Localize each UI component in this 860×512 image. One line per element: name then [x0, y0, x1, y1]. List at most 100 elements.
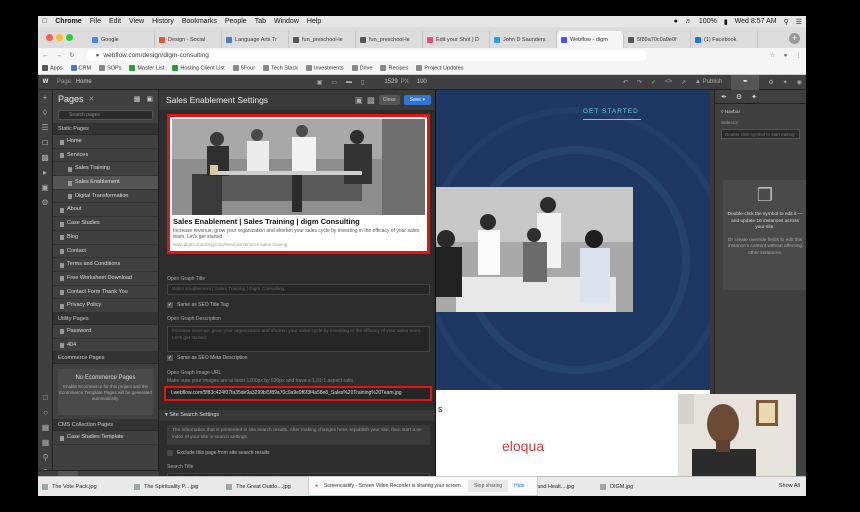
menu-chrome[interactable]: Chrome — [55, 18, 81, 25]
close-button[interactable]: Close — [378, 95, 400, 105]
bookmark-hosting[interactable]: Hosting Client List — [172, 64, 225, 71]
bookmark-investments[interactable]: Investments — [305, 64, 344, 71]
canvas-zoom[interactable]: 100 — [417, 79, 427, 85]
tab-9[interactable]: (1) Facebook — [691, 31, 758, 48]
settings-gear-icon[interactable]: ⚙ — [768, 79, 773, 86]
search-pages-input[interactable]: Search pages — [58, 110, 153, 120]
page-item[interactable]: Contact Form Thank You — [53, 286, 158, 300]
menu-tab[interactable]: Tab — [255, 18, 266, 25]
design-canvas[interactable]: GET STARTED s eloqua — [436, 90, 714, 496]
menu-edit[interactable]: Edit — [109, 18, 121, 25]
menu-file[interactable]: File — [90, 18, 101, 25]
tab-2[interactable]: Language Arts Tr — [222, 31, 289, 48]
webflow-logo-icon[interactable]: W — [38, 79, 53, 85]
trash-icon[interactable]: ▩ — [367, 95, 375, 106]
team-photo[interactable] — [436, 187, 633, 312]
page-item-case-studies-template[interactable]: Case Studies Template — [53, 431, 158, 445]
assets-icon[interactable]: ▣ — [38, 180, 52, 195]
canvas-width[interactable]: 1529 — [384, 79, 397, 85]
search-icon[interactable]: ⚲ — [784, 18, 789, 26]
page-item-password[interactable]: Password — [53, 325, 158, 339]
same-seo-title-checkbox[interactable]: ✓ Same as SEO Title Tag — [167, 302, 229, 308]
duplicate-icon[interactable]: ▣ — [355, 95, 363, 106]
interactions-tab-icon[interactable]: ✦ — [751, 93, 757, 101]
xray-icon[interactable]: ▦ — [38, 435, 53, 450]
page-item[interactable]: About — [53, 203, 158, 218]
back-icon[interactable]: ← — [42, 52, 49, 59]
bookmark-apps[interactable]: Apps — [42, 64, 63, 71]
add-folder-icon[interactable]: ▩ — [134, 95, 141, 103]
menu-people[interactable]: People — [225, 18, 247, 25]
page-item[interactable]: Blog — [53, 231, 158, 245]
desktop-breakpoint-icon[interactable]: ▣ — [317, 79, 323, 86]
page-item[interactable]: Terms and Conditions — [53, 258, 158, 272]
select-icon[interactable]: □ — [38, 390, 53, 405]
bookmark-5four[interactable]: 5Four — [232, 64, 255, 71]
bookmark-project-updates[interactable]: Project Updates — [416, 64, 463, 71]
maximize-window-button[interactable] — [66, 34, 73, 41]
new-tab-button[interactable]: + — [789, 33, 800, 44]
mobile-portrait-icon[interactable]: ▯ — [361, 79, 364, 86]
bookmark-tech-stack[interactable]: Tech Stack — [263, 64, 298, 71]
apple-icon[interactable]:  — [42, 18, 47, 25]
more-icon[interactable]: ⋮ — [796, 51, 803, 59]
tab-0[interactable]: Google — [88, 31, 155, 48]
add-elements-icon[interactable]: + — [38, 90, 52, 105]
star-icon[interactable]: ☆ — [770, 51, 776, 59]
stop-sharing-button[interactable]: Stop sharing — [468, 480, 509, 492]
settings-tab-icon[interactable]: ⚙ — [736, 93, 742, 101]
reload-icon[interactable]: ↻ — [69, 51, 74, 59]
og-title-field[interactable]: Sales Enablement | Sales Training | Digm… — [167, 284, 430, 295]
mobile-landscape-icon[interactable]: ▬ — [346, 79, 352, 86]
close-icon[interactable]: ✕ — [89, 95, 95, 103]
current-page-name[interactable]: Home — [76, 79, 92, 85]
menu-view[interactable]: View — [129, 18, 144, 25]
settings-icon[interactable]: ⚙ — [38, 195, 52, 210]
interactions-icon[interactable]: ✦ — [783, 79, 788, 86]
page-item[interactable]: Privacy Policy — [53, 299, 158, 313]
navigator-icon[interactable]: ☰ — [38, 120, 52, 135]
style-tab-icon[interactable]: ✒ — [721, 93, 727, 101]
pages-icon[interactable]: □ — [38, 135, 52, 150]
page-item[interactable]: Sales Enablement — [53, 176, 158, 190]
forward-icon[interactable]: → — [56, 52, 63, 59]
wifi-icon[interactable]: ● — [674, 18, 678, 25]
undo-icon[interactable]: ↶ — [623, 79, 628, 86]
symbols-icon[interactable]: ◊ — [38, 105, 52, 120]
download-item[interactable]: The Vote Pack.jpg — [38, 483, 130, 490]
menu-help[interactable]: Help — [307, 18, 321, 25]
share-icon[interactable]: ↗ — [681, 79, 686, 86]
cms-icon[interactable]: ▩ — [38, 150, 52, 165]
tab-1[interactable]: Design - Social — [155, 31, 222, 48]
navbar-label[interactable]: ◊ Navbar — [721, 110, 800, 115]
hide-button[interactable]: Hide — [514, 483, 524, 489]
navigator-drop-icon[interactable]: ◉ — [797, 79, 802, 86]
page-item-404[interactable]: 404 — [53, 339, 158, 353]
tab-7[interactable]: Webflow - digm — [557, 31, 624, 48]
audit-icon[interactable]: ○ — [38, 405, 53, 420]
tab-3[interactable]: fun_preschool-le — [289, 31, 356, 48]
extensions-icon[interactable]: ● — [784, 52, 788, 59]
style-panel-brush-icon[interactable]: ✒ — [731, 74, 760, 90]
page-item[interactable]: Home — [53, 135, 158, 149]
menu-history[interactable]: History — [152, 18, 174, 25]
page-item[interactable]: Digital Transformation — [53, 190, 158, 204]
page-item[interactable]: Services — [53, 149, 158, 163]
selector-field[interactable]: Double-click symbol to start editing — [721, 129, 800, 139]
tab-5[interactable]: Edit your Shot | D — [423, 31, 490, 48]
tab-4[interactable]: fun_preschool-le — [356, 31, 423, 48]
close-window-button[interactable] — [46, 34, 53, 41]
code-icon[interactable]: <> — [665, 79, 672, 85]
get-started-link[interactable]: GET STARTED — [583, 108, 639, 115]
bookmark-recipes[interactable]: Recipes — [380, 64, 408, 71]
tab-8[interactable]: 5f89a70c0a9e0f — [624, 31, 691, 48]
page-item[interactable]: Sales Training — [53, 162, 158, 177]
og-description-field[interactable]: Increase revenue, grow your organization… — [167, 326, 430, 352]
menu-icon[interactable]: ☰ — [796, 18, 802, 26]
battery-percent[interactable]: 100% — [699, 18, 717, 25]
save-button[interactable]: Save ▾ — [403, 95, 431, 105]
exclude-search-checkbox[interactable]: Exclude this page from site search resul… — [167, 450, 270, 456]
page-item[interactable]: Case Studies — [53, 217, 158, 231]
url-field[interactable]: ● webflow.com/design/digm-consulting — [87, 49, 648, 61]
og-image-url-field[interactable]: l.webflow.com/5f83c424f07fa35de9a3299b/5… — [164, 386, 432, 401]
